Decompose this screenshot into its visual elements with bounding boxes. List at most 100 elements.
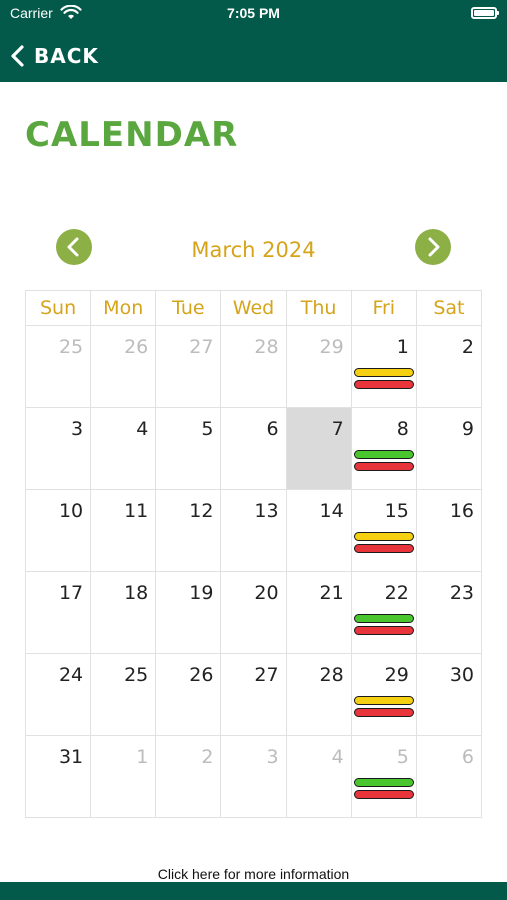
calendar-body: 25 26 27 28 29 1 2 3 4 5 6 7 8 9 10 11 12 13 14 15 16 17 18 19 2…: [24, 325, 483, 818]
event-indicators: [353, 532, 414, 556]
calendar-day-cell[interactable]: 27: [155, 325, 222, 408]
calendar-day-cell[interactable]: 13: [220, 489, 287, 572]
day-number: 13: [254, 500, 279, 522]
weekday-header-row: Sun Mon Tue Wed Thu Fri Sat: [24, 290, 483, 326]
calendar-day-cell[interactable]: 28: [220, 325, 287, 408]
day-number: 16: [449, 500, 474, 522]
status-time: 7:05 PM: [227, 5, 280, 21]
back-chevron-icon: [11, 45, 24, 67]
day-number: 27: [254, 664, 279, 686]
day-number: 14: [319, 500, 344, 522]
weekday-sat: Sat: [415, 290, 483, 326]
calendar-day-cell[interactable]: 6: [220, 407, 287, 490]
calendar-day-cell[interactable]: 21: [285, 571, 352, 654]
calendar-day-cell[interactable]: 24: [24, 653, 92, 736]
calendar-day-cell[interactable]: 9: [415, 407, 483, 490]
calendar-day-cell[interactable]: 17: [24, 571, 92, 654]
calendar-day-cell[interactable]: 10: [24, 489, 92, 572]
day-number: 15: [384, 500, 409, 522]
day-number: 9: [461, 418, 474, 440]
day-number: 5: [201, 418, 214, 440]
calendar-week-row: 10 11 12 13 14 15 16: [24, 489, 483, 572]
calendar-day-cell[interactable]: 14: [285, 489, 352, 572]
calendar-day-cell[interactable]: 15: [350, 489, 417, 572]
calendar-day-cell[interactable]: 4: [90, 407, 157, 490]
day-number: 26: [124, 336, 149, 358]
day-number: 21: [319, 582, 344, 604]
day-number: 29: [319, 336, 344, 358]
weekday-fri: Fri: [350, 290, 417, 326]
calendar-day-cell[interactable]: 3: [24, 407, 92, 490]
event-bar-red: [353, 380, 414, 389]
calendar-day-cell[interactable]: 29: [350, 653, 417, 736]
event-bar-green: [353, 778, 414, 787]
calendar-day-cell[interactable]: 23: [415, 571, 483, 654]
calendar-day-cell[interactable]: 26: [90, 325, 157, 408]
event-bar-green: [353, 450, 414, 459]
top-bar: Carrier 7:05 PM BACK: [0, 0, 507, 82]
event-indicators: [353, 614, 414, 638]
event-bar-yellow: [353, 368, 414, 377]
calendar-day-cell[interactable]: 8: [350, 407, 417, 490]
calendar-day-cell[interactable]: 31: [24, 735, 92, 818]
calendar-day-cell[interactable]: 28: [285, 653, 352, 736]
day-number: 1: [136, 746, 149, 768]
chevron-right-icon: [428, 237, 440, 257]
event-bar-red: [353, 544, 414, 553]
calendar-day-cell[interactable]: 26: [155, 653, 222, 736]
event-bar-red: [353, 626, 414, 635]
day-number: 6: [461, 746, 474, 768]
event-bar-red: [353, 708, 414, 717]
bottom-bar: [0, 882, 507, 900]
calendar-day-cell[interactable]: 2: [155, 735, 222, 818]
calendar-day-cell[interactable]: 22: [350, 571, 417, 654]
calendar-day-cell[interactable]: 30: [415, 653, 483, 736]
day-number: 28: [254, 336, 279, 358]
calendar-day-cell[interactable]: 1: [90, 735, 157, 818]
calendar-day-cell[interactable]: 18: [90, 571, 157, 654]
calendar-day-cell[interactable]: 29: [285, 325, 352, 408]
calendar-week-row: 17 18 19 20 21 22 23: [24, 571, 483, 654]
day-number: 28: [319, 664, 344, 686]
calendar-day-cell[interactable]: 19: [155, 571, 222, 654]
day-number: 20: [254, 582, 279, 604]
calendar-day-cell[interactable]: 16: [415, 489, 483, 572]
calendar-day-cell[interactable]: 27: [220, 653, 287, 736]
day-number: 3: [71, 418, 84, 440]
back-button[interactable]: BACK: [10, 40, 99, 72]
calendar-day-cell[interactable]: 20: [220, 571, 287, 654]
day-number: 1: [396, 336, 409, 358]
event-bar-red: [353, 462, 414, 471]
day-number: 7: [331, 418, 344, 440]
calendar-day-cell[interactable]: 4: [285, 735, 352, 818]
day-number: 19: [189, 582, 214, 604]
back-label: BACK: [34, 44, 99, 68]
event-bar-yellow: [353, 532, 414, 541]
event-bar-yellow: [353, 696, 414, 705]
calendar-day-cell[interactable]: 11: [90, 489, 157, 572]
calendar-day-cell[interactable]: 5: [350, 735, 417, 818]
weekday-thu: Thu: [285, 290, 352, 326]
calendar-day-cell[interactable]: 7: [285, 407, 352, 490]
day-number: 25: [124, 664, 149, 686]
day-number: 30: [449, 664, 474, 686]
day-number: 31: [58, 746, 84, 768]
day-number: 26: [189, 664, 214, 686]
calendar-day-cell[interactable]: 5: [155, 407, 222, 490]
more-info-link[interactable]: Click here for more information: [0, 866, 507, 882]
calendar-day-cell[interactable]: 1: [350, 325, 417, 408]
calendar-day-cell[interactable]: 2: [415, 325, 483, 408]
calendar-day-cell[interactable]: 25: [90, 653, 157, 736]
day-number: 2: [461, 336, 474, 358]
day-number: 2: [201, 746, 214, 768]
calendar-day-cell[interactable]: 6: [415, 735, 483, 818]
event-bar-green: [353, 614, 414, 623]
page-title: CALENDAR: [25, 115, 239, 155]
calendar-day-cell[interactable]: 25: [24, 325, 92, 408]
next-month-button[interactable]: [415, 229, 451, 265]
calendar-day-cell[interactable]: 3: [220, 735, 287, 818]
calendar-day-cell[interactable]: 12: [155, 489, 222, 572]
day-number: 4: [331, 746, 344, 768]
day-number: 18: [124, 582, 149, 604]
weekday-mon: Mon: [90, 290, 157, 326]
